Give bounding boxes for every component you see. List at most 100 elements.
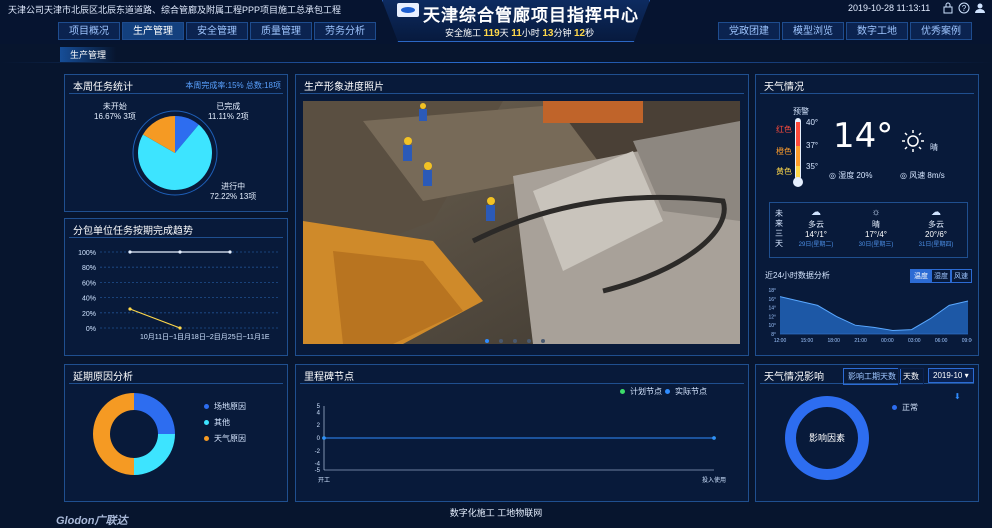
chevron-down-icon: ▾ (964, 371, 969, 380)
legend-label: 正常 (902, 403, 918, 412)
nav-model[interactable]: 模型浏览 (782, 22, 844, 40)
carousel-dot[interactable] (485, 339, 489, 343)
wind-value: 风速 8m/s (909, 171, 945, 180)
legend-dot (892, 405, 897, 410)
task-summary: 本周完成率:15% 总数:18项 (185, 81, 281, 90)
x-tick-labels: 10月11日~1目月18日~2目月25日~11月1E (140, 333, 270, 341)
forecast-date: 30日(星期三) (858, 242, 894, 248)
milestone-line-chart: 54 2 0 -2 -4-5 开工 投入使用 (315, 404, 726, 484)
impact-ring-chart: 影响因素 (784, 396, 869, 480)
tab-humidity[interactable]: 湿度 (930, 269, 952, 283)
forecast-range: 14°/1° (805, 230, 827, 239)
brand-logo: Glodon广联达 (56, 515, 128, 527)
legend-item: 其他 (204, 417, 230, 428)
x-tick-label: 21:00 (854, 338, 867, 344)
nav-project-overview[interactable]: 项目概况 (58, 22, 120, 40)
nav-production[interactable]: 生产管理 (122, 22, 184, 40)
x-tick-label: 03:00 (908, 338, 921, 344)
user-icon[interactable] (974, 2, 986, 14)
carousel-dot[interactable] (499, 339, 503, 343)
y-tick-label: 20% (82, 311, 96, 318)
slice-count: 13项 (239, 192, 257, 201)
legend-dot (204, 436, 209, 441)
y-tick-label: 16° (768, 297, 776, 303)
tab-wind[interactable]: 风速 (950, 269, 972, 283)
y-tick-label: 5 (317, 404, 321, 410)
thermo-mark: 37° (806, 141, 819, 150)
ring-center-label: 影响因素 (809, 432, 845, 443)
nav-party[interactable]: 党政团建 (718, 22, 780, 40)
divider (760, 93, 974, 94)
impact-days-button[interactable]: 影响工期天数 (843, 368, 901, 385)
legend-dot (620, 389, 625, 394)
data-point (178, 326, 182, 330)
page-title: 天津综合管廊项目指挥中心 (423, 6, 639, 25)
delay-donut-chart (93, 393, 175, 475)
donut-slice (134, 434, 175, 475)
nav-quality[interactable]: 质量管理 (250, 22, 312, 40)
sun-icon: ☼ (871, 207, 881, 218)
legend-label: 场地原因 (214, 402, 246, 411)
legend-item: 正常 (892, 402, 918, 413)
sun-icon (902, 130, 924, 152)
divider (300, 383, 744, 384)
safety-seconds: 12 (573, 28, 586, 39)
y-tick-label: 40% (82, 296, 96, 303)
slice-count: 3项 (123, 112, 136, 121)
month-value: 2019-10 (933, 371, 963, 380)
construction-photo[interactable] (303, 101, 740, 344)
datetime: 2019-10-28 11:13:11 (848, 3, 931, 13)
y-tick-label: 2 (317, 423, 321, 429)
carousel-dot[interactable] (541, 339, 545, 343)
data-point (322, 436, 326, 440)
nav-digital-site[interactable]: 数字工地 (846, 22, 908, 40)
legend-item: 场地原因 (204, 401, 246, 412)
y-tick-label: -2 (315, 449, 321, 455)
days-button[interactable]: 天数 (898, 368, 924, 385)
nav-labor[interactable]: 劳务分析 (314, 22, 376, 40)
level-orange: 橙色 (776, 147, 792, 156)
divider (69, 383, 283, 384)
nav-right: 党政团建 模型浏览 数字工地 优秀案例 (718, 22, 974, 40)
divider (0, 62, 992, 63)
panel-title: 分包单位任务按期完成趋势 (73, 226, 193, 237)
thermometer-icon (793, 118, 803, 187)
lock-icon[interactable] (942, 2, 954, 14)
legend-actual: 实际节点 (665, 386, 707, 397)
series-line (129, 308, 181, 329)
carousel-dots (485, 339, 555, 343)
safety-days: 119 (483, 28, 500, 39)
nav-cases[interactable]: 优秀案例 (910, 22, 972, 40)
nav-safety[interactable]: 安全管理 (186, 22, 248, 40)
download-icon[interactable]: ⬇ (954, 392, 961, 401)
forecast-date: 29日(星期二) (798, 242, 834, 248)
future-label: 未来三天 (775, 209, 783, 248)
divider (69, 237, 283, 238)
thermo-mark: 35° (806, 162, 819, 171)
data-point (228, 250, 232, 254)
nav-left: 项目概况 生产管理 安全管理 质量管理 劳务分析 (58, 22, 378, 40)
title-block: 天津综合管廊项目指挥中心 安全施工 119天 11小时 13分钟 12秒 (382, 0, 650, 42)
carousel-dot[interactable] (527, 339, 531, 343)
legend-item: 天气原因 (204, 433, 246, 444)
forecast-box: 未来三天 ☁ 多云 14°/1° 29日(星期二) ☼ 晴 17°/4° 30日… (769, 202, 968, 258)
divider (300, 93, 744, 94)
x-tick-label: 15:00 (801, 338, 814, 344)
subnav-production[interactable]: 生产管理 (60, 47, 117, 62)
area-fill (780, 296, 968, 334)
legend-dot (204, 404, 209, 409)
forecast-date: 31日(星期四) (918, 242, 954, 248)
y-tick-label: 12° (768, 314, 776, 320)
carousel-dot[interactable] (513, 339, 517, 343)
month-select[interactable]: 2019-10 ▾ (928, 368, 974, 383)
panel-title: 里程碑节点 (304, 372, 354, 383)
hourly-title: 近24小时数据分析 (765, 271, 830, 280)
help-icon[interactable]: ? (958, 2, 970, 14)
current-condition: 晴 (930, 143, 938, 152)
forecast-day: ☼ 晴 17°/4° 30日(星期三) (848, 203, 904, 259)
tab-temperature[interactable]: 温度 (910, 269, 932, 283)
slice-count: 2项 (236, 112, 249, 121)
unit-hour: 小时 (521, 28, 540, 38)
y-tick-label: 4 (317, 410, 321, 416)
hourly-area-chart: 18°16°14°12°10°8°12:00 15:00 18:00 21:00 00:… (768, 288, 972, 344)
